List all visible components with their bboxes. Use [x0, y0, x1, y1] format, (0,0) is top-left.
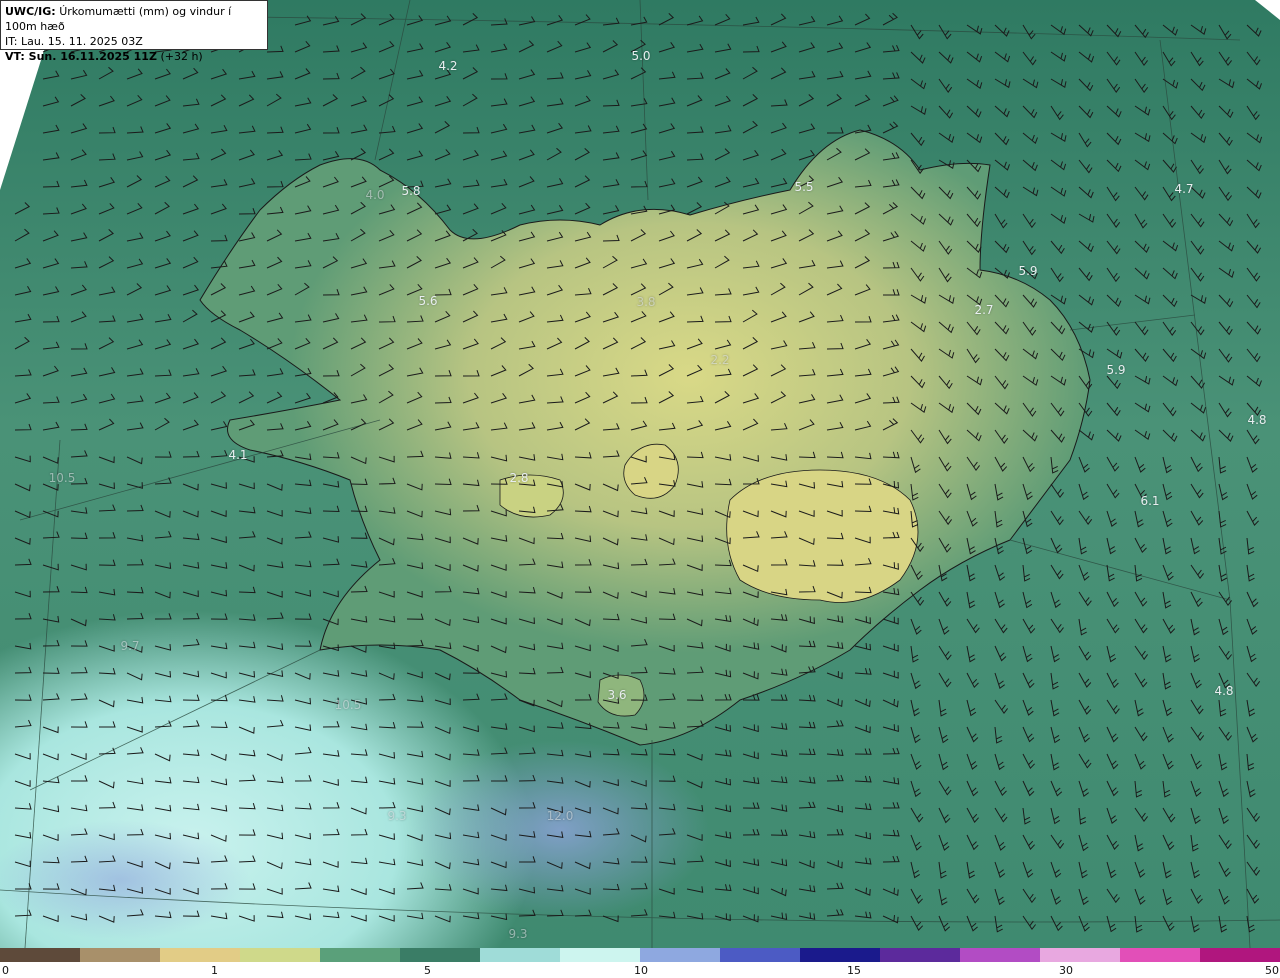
colorbar-segment: [0, 948, 81, 962]
map-value-label: 4.2: [438, 59, 458, 73]
colorbar-segment: [160, 948, 241, 962]
colorbar-tick: 5: [424, 964, 431, 977]
colorbar-segment: [1040, 948, 1121, 962]
map-value-label: 4.8: [1247, 413, 1267, 427]
map-value-label: 2.2: [710, 353, 730, 367]
colorbar-tick: 50: [1265, 964, 1279, 977]
map-value-label: 9.3: [508, 927, 528, 941]
map-value-label: 10.5: [48, 471, 76, 485]
map-value-label: 12.0: [546, 809, 574, 823]
map-value-label: 4.7: [1174, 182, 1194, 196]
colorbar-tick: 30: [1059, 964, 1073, 977]
colorbar-segment: [720, 948, 801, 962]
product-code: UWC/IG:: [5, 5, 56, 18]
colorbar-segment: [400, 948, 481, 962]
map-value-label: 5.0: [631, 49, 651, 63]
map-title-box: UWC/IG: Úrkomumætti (mm) og vindur í 100…: [0, 0, 268, 63]
colorbar-segment: [560, 948, 641, 962]
init-time: IT: Lau. 15. 11. 2025 03Z: [5, 35, 143, 48]
map-value-label: 5.6: [418, 294, 438, 308]
map-value-label: 3.6: [607, 688, 627, 702]
map-value-label: 2.7: [974, 303, 994, 317]
precipitation-colorbar: [0, 948, 1280, 962]
map-value-label: 4.1: [228, 448, 248, 462]
map-value-label: 5.9: [1018, 264, 1038, 278]
colorbar-tick: 0: [2, 964, 9, 977]
precipitation-wind-map: [0, 0, 1280, 948]
colorbar-tick: 1: [211, 964, 218, 977]
map-value-label: 10.5: [334, 698, 362, 712]
colorbar-segment: [80, 948, 161, 962]
colorbar-segment: [240, 948, 321, 962]
colorbar-segment: [800, 948, 881, 962]
map-value-label: 9.3: [387, 809, 407, 823]
colorbar-segment: [320, 948, 401, 962]
colorbar-segment: [480, 948, 561, 962]
colorbar-tick: 15: [847, 964, 861, 977]
colorbar-tick-labels: 0 1 5 10 15 30 50: [0, 962, 1280, 978]
colorbar-segment: [960, 948, 1041, 962]
map-value-label: 2.8: [509, 471, 529, 485]
colorbar-segment: [1120, 948, 1201, 962]
colorbar-tick: 10: [634, 964, 648, 977]
map-value-label: 3.8: [636, 295, 656, 309]
colorbar-segment: [640, 948, 721, 962]
map-value-label: 5.5: [794, 180, 814, 194]
map-value-label: 5.8: [401, 184, 421, 198]
map-value-label: 4.8: [1214, 684, 1234, 698]
valid-offset: (+32 h): [160, 50, 203, 63]
valid-time: VT: Sun. 16.11.2025 11Z: [5, 50, 157, 63]
map-value-label: 9.7: [120, 639, 140, 653]
colorbar-segment: [1200, 948, 1280, 962]
vatnajokull-outline: [726, 469, 919, 603]
colorbar-segment: [880, 948, 961, 962]
map-value-label: 5.9: [1106, 363, 1126, 377]
map-value-label: 4.0: [365, 188, 385, 202]
map-value-label: 6.1: [1140, 494, 1160, 508]
